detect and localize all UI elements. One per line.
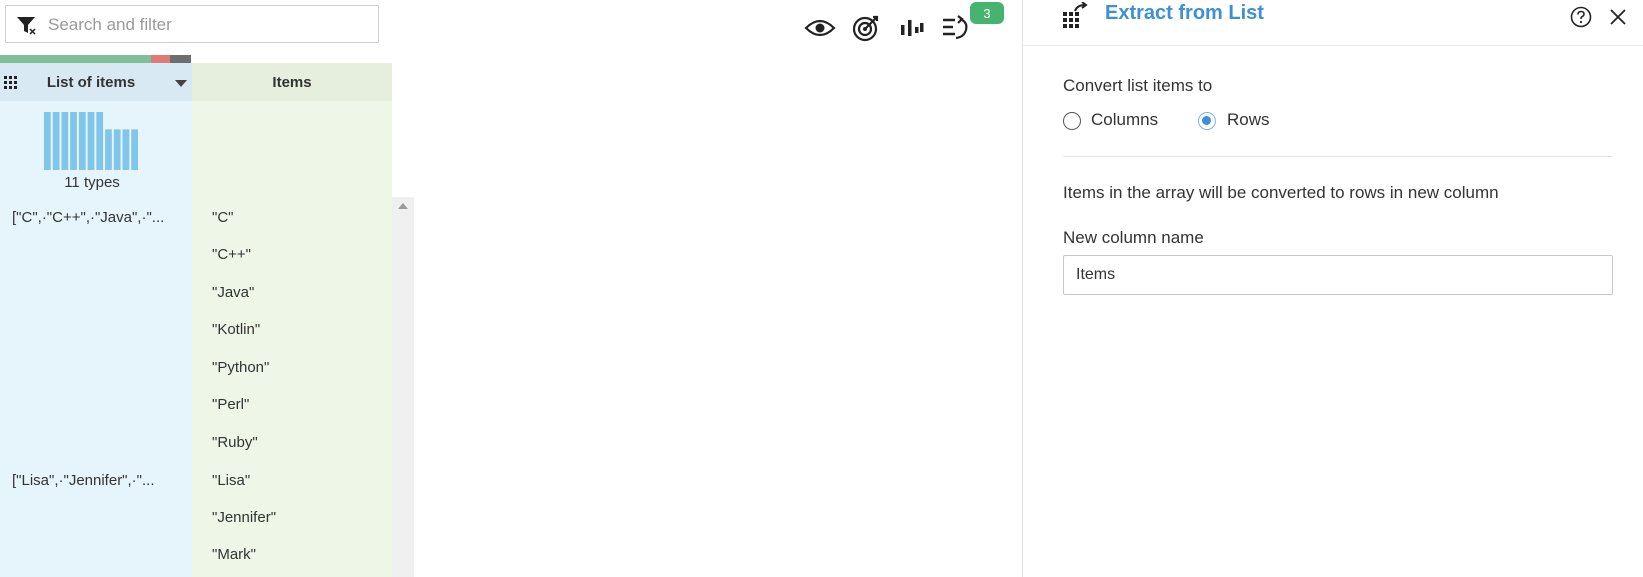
- item-cell[interactable]: "C": [212, 209, 233, 226]
- help-icon[interactable]: [1570, 6, 1592, 28]
- histogram-bar[interactable]: [105, 129, 112, 170]
- convert-label: Convert list items to: [1063, 76, 1213, 95]
- item-cell[interactable]: "Python": [212, 359, 269, 376]
- columns-radio-label[interactable]: Columns: [1091, 110, 1158, 130]
- new-column-label: New column name: [1063, 228, 1204, 247]
- histogram-bar[interactable]: [52, 112, 60, 170]
- histogram-bar[interactable]: [96, 112, 104, 170]
- histogram-bar[interactable]: [61, 112, 69, 170]
- target-icon[interactable]: [849, 14, 883, 42]
- quality-bar-segment: [0, 55, 151, 63]
- item-cell[interactable]: "Lisa": [212, 472, 250, 489]
- description-text: Items in the array will be converted to …: [1063, 183, 1499, 202]
- list-cell[interactable]: ["Lisa",·"Jennifer",·"...: [12, 472, 155, 489]
- histogram-bar[interactable]: [87, 112, 95, 170]
- filter-icon: [17, 17, 36, 35]
- column-header-list-of-items[interactable]: List of items: [0, 63, 192, 101]
- data-quality-bar: [0, 55, 191, 63]
- panel-header: Extract from List: [1023, 0, 1643, 46]
- column-header-label: List of items: [46, 73, 136, 91]
- column-header-label: Items: [272, 73, 312, 91]
- column-chart-icon[interactable]: [895, 14, 929, 42]
- eye-icon[interactable]: [803, 14, 837, 42]
- divider: [1063, 156, 1613, 157]
- histogram-bar[interactable]: [122, 129, 130, 170]
- close-icon[interactable]: [1609, 8, 1627, 26]
- item-cell[interactable]: "Ruby": [212, 434, 258, 451]
- histogram-bar[interactable]: [113, 129, 121, 170]
- panel-title: Extract from List: [1105, 2, 1264, 24]
- recipe-steps-icon[interactable]: [939, 14, 973, 42]
- list-cell[interactable]: ["C",·"C++",·"Java",·"...: [12, 209, 164, 226]
- search-input[interactable]: [46, 12, 370, 38]
- search-box[interactable]: [5, 5, 379, 43]
- column-menu-icon[interactable]: [175, 80, 187, 87]
- extract-from-list-panel: Extract from List Convert list items to …: [1022, 0, 1643, 577]
- column-items: [192, 101, 392, 577]
- column-header-items[interactable]: Items: [192, 63, 392, 101]
- quality-bar-segment: [169, 55, 191, 63]
- histogram-bar[interactable]: [44, 112, 51, 170]
- types-count-label: 11 types: [64, 174, 120, 191]
- item-cell[interactable]: "C++": [212, 246, 251, 263]
- histogram-bar[interactable]: [131, 129, 138, 170]
- rows-radio[interactable]: [1198, 112, 1216, 130]
- vertical-scrollbar[interactable]: [392, 197, 414, 577]
- extract-list-icon: [1063, 2, 1088, 28]
- new-column-name-input[interactable]: [1063, 255, 1613, 295]
- histogram-bar[interactable]: [70, 112, 77, 170]
- type-histogram: [44, 112, 138, 170]
- column-list-of-items: [0, 101, 192, 577]
- quality-bar-segment: [150, 55, 170, 63]
- item-cell[interactable]: "Mark": [212, 546, 256, 563]
- scroll-up-arrow-icon[interactable]: [398, 203, 408, 209]
- recipe-steps-count-badge: 3: [970, 2, 1004, 24]
- grid-icon: [4, 76, 17, 89]
- item-cell[interactable]: "Perl": [212, 396, 249, 413]
- columns-radio[interactable]: [1063, 112, 1081, 130]
- histogram-bar[interactable]: [78, 112, 86, 170]
- item-cell[interactable]: "Jennifer": [212, 509, 276, 526]
- item-cell[interactable]: "Java": [212, 284, 254, 301]
- item-cell[interactable]: "Kotlin": [212, 321, 260, 338]
- rows-radio-label[interactable]: Rows: [1227, 110, 1270, 130]
